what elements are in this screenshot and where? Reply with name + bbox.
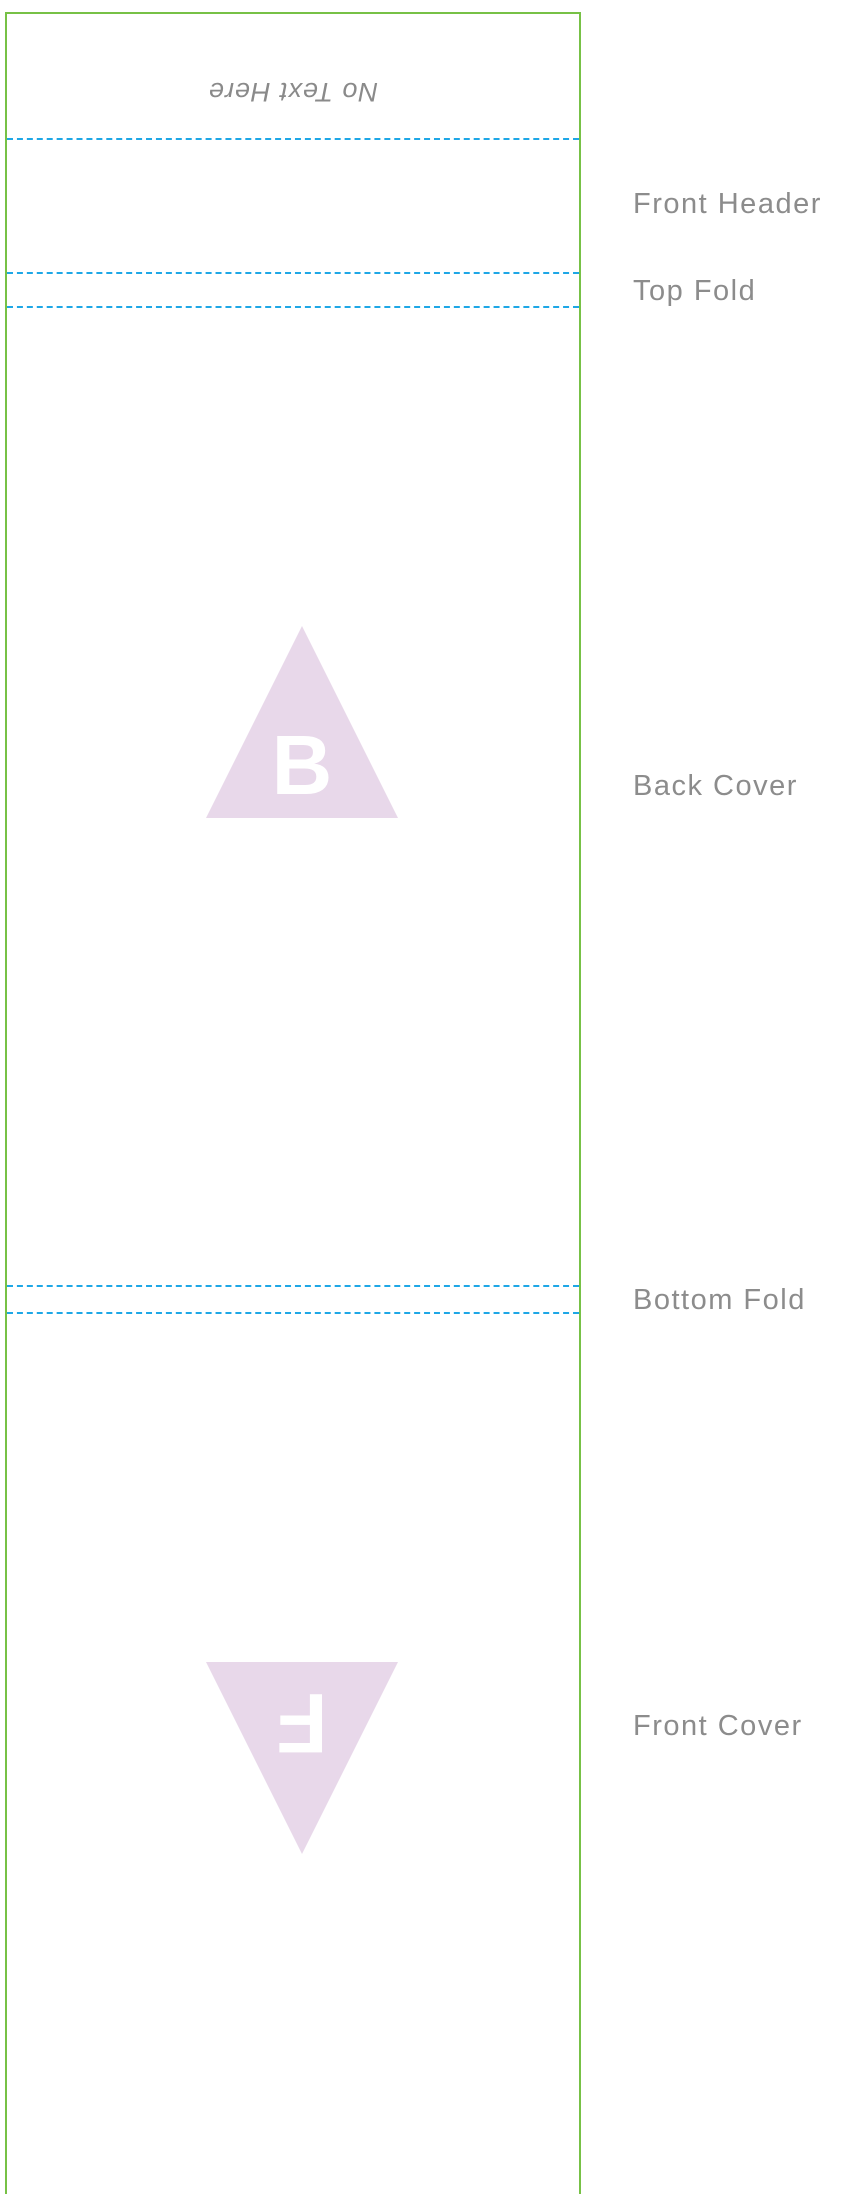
bottom-fold-upper-line: [7, 1285, 579, 1287]
front-cover-marker: F: [206, 1662, 398, 1854]
no-text-note: No Text Here: [207, 77, 379, 107]
front-header-label: Front Header: [633, 188, 822, 220]
front-cover-letter: F: [276, 1676, 327, 1770]
bottom-fold-label: Bottom Fold: [633, 1284, 806, 1316]
back-cover-label: Back Cover: [633, 770, 798, 802]
front-header-top-line: [7, 138, 579, 140]
top-fold-upper-line: [7, 272, 579, 274]
top-fold-label: Top Fold: [633, 275, 757, 307]
back-cover-marker: B: [206, 626, 398, 818]
template-panel: No Text Here B F: [5, 12, 581, 2194]
front-cover-label: Front Cover: [633, 1710, 803, 1742]
top-fold-lower-line: [7, 306, 579, 308]
back-cover-letter: B: [272, 718, 333, 812]
bottom-fold-lower-line: [7, 1312, 579, 1314]
